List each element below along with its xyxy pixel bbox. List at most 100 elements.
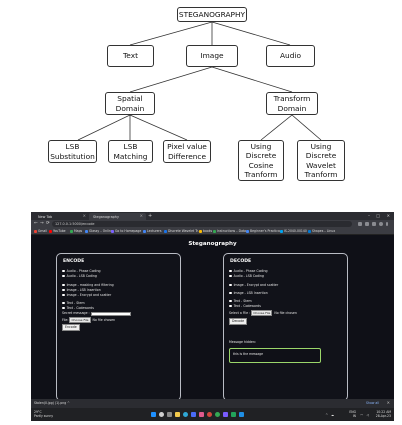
radio-icon[interactable] [62, 274, 65, 278]
show-all-link[interactable]: Show all [366, 401, 379, 406]
bookmark-lecturers[interactable]: Lecturers [143, 228, 161, 234]
bookmark-instructions[interactable]: Instructions – Data… [213, 228, 249, 234]
encode-title: ENCODE [63, 259, 85, 264]
chevron-up-icon[interactable]: ^ [67, 401, 70, 405]
node-spatial-domain: Spatial Domain [105, 92, 155, 115]
radio-icon[interactable] [229, 274, 232, 278]
choose-file-button[interactable]: Choose File [69, 317, 91, 323]
language-indicator[interactable]: ENG IN [349, 410, 356, 418]
bookmark-beginners[interactable]: Beginner’s Practica… [246, 228, 283, 234]
decode-option[interactable]: Image - Encrypt and scatter [229, 283, 278, 287]
bookmark-gmail[interactable]: Gmail [34, 228, 47, 234]
close-icon[interactable]: × [140, 213, 143, 218]
encode-option[interactable]: Text - Codewords [62, 306, 94, 310]
encode-option[interactable]: Text - Stem [62, 301, 85, 305]
encode-option[interactable]: Audio - Phase Coding [62, 269, 101, 273]
mail-icon[interactable] [199, 412, 204, 417]
menu-icon[interactable] [386, 222, 388, 226]
search-icon[interactable] [159, 412, 164, 417]
encode-option[interactable]: Image - LSB Insertion [62, 288, 101, 292]
radio-icon[interactable] [62, 288, 65, 292]
radio-icon[interactable] [62, 306, 65, 310]
node-lsb-matching: LSB Matching [108, 140, 153, 163]
node-lsb-substitution: LSB Substitution [48, 140, 97, 163]
url-input[interactable]: 127.0.0.1:5000/encode [52, 221, 352, 227]
decode-button[interactable]: Decode [229, 318, 248, 325]
back-icon[interactable]: ← [34, 221, 38, 227]
browser-screenshot: New Tab × Steganography × + – □ ✕ ← → ⟳ … [31, 212, 394, 421]
profile-icon[interactable] [379, 222, 383, 226]
close-downloads-icon[interactable]: ✕ [387, 400, 390, 406]
encode-button[interactable]: Encode [62, 324, 80, 331]
radio-icon[interactable] [62, 269, 65, 273]
steganography-diagram: STEGANOGRAPHY Text Image Audio Spatial D… [0, 0, 402, 190]
radio-icon[interactable] [229, 283, 232, 287]
clock[interactable]: 10:22 AM 28-Apr-23 [376, 410, 391, 418]
forward-icon[interactable]: → [40, 221, 44, 227]
share-icon[interactable] [358, 222, 362, 226]
speaker-icon[interactable]: ◁ [367, 413, 369, 417]
bookmark-shapes[interactable]: Shapes – Linux [308, 228, 335, 234]
chrome-icon[interactable] [215, 412, 220, 417]
bookmark-youtube[interactable]: YouTube [49, 228, 66, 234]
bookmark-wavelet[interactable]: Discrete Wavelet Tr… [164, 228, 201, 234]
edge-icon[interactable] [183, 412, 188, 417]
bookmark-maps[interactable]: Maps [70, 228, 82, 234]
windows-start-icon[interactable] [151, 412, 156, 417]
weather-widget[interactable]: 29°C Partly sunny [34, 410, 53, 418]
wifi-icon[interactable]: ◠ [360, 413, 363, 417]
node-dct: Using Discrete Cosine Tranform [238, 140, 284, 181]
radio-icon[interactable] [62, 301, 65, 305]
secret-message-input[interactable] [91, 311, 131, 316]
tab-label: New Tab [38, 214, 53, 219]
task-view-icon[interactable] [167, 412, 172, 417]
wavelet-icon [164, 229, 167, 233]
new-tab-button[interactable]: + [148, 213, 152, 219]
radio-icon[interactable] [62, 283, 65, 287]
youtube-icon [49, 229, 52, 233]
decode-option[interactable]: Text - Stem [229, 299, 252, 303]
encode-option[interactable]: Audio - LSB Coding [62, 274, 97, 278]
homepage-icon [111, 229, 114, 233]
bookmark-star-icon[interactable] [365, 222, 369, 226]
file-explorer-icon[interactable] [175, 412, 180, 417]
bookmark-homepage[interactable]: Go to Homepage [111, 228, 141, 234]
bookmark-books[interactable]: books [199, 228, 212, 234]
bookmark-glassy[interactable]: Glassy – Online [85, 228, 113, 234]
window-close-icon[interactable]: ✕ [387, 213, 390, 219]
radio-icon[interactable] [62, 293, 65, 297]
encode-option[interactable]: Image - Encrypt and scatter [62, 293, 111, 297]
radio-icon[interactable] [229, 269, 232, 273]
reload-icon[interactable]: ⟳ [46, 221, 50, 227]
radio-icon[interactable] [229, 299, 232, 303]
minimize-icon[interactable]: – [368, 213, 370, 219]
node-pixel-value-difference: Pixel value Difference [163, 140, 211, 163]
close-icon[interactable]: × [83, 213, 86, 218]
download-item[interactable]: Stolen(0.jpg) (1).png ^ [34, 401, 70, 406]
app-icon[interactable] [207, 412, 212, 417]
decode-option[interactable]: Text - Codewords [229, 304, 261, 308]
vscode-icon[interactable] [239, 412, 244, 417]
extensions-icon[interactable] [372, 222, 376, 226]
onedrive-icon[interactable]: ☁ [331, 413, 334, 417]
node-transform-domain: Transform Domain [266, 92, 318, 115]
encode-option[interactable]: Image - masking and filtering [62, 283, 114, 287]
hidden-message-box[interactable]: this is the message [229, 348, 321, 363]
decode-option[interactable]: Image - LSB Insertion [229, 291, 268, 295]
decode-option[interactable]: Audio - LSB Coding [229, 274, 264, 278]
app-icon[interactable] [223, 412, 228, 417]
store-icon[interactable] [191, 412, 196, 417]
tab-label: Steganography [93, 214, 119, 219]
radio-icon[interactable] [229, 291, 232, 295]
tab-new-tab[interactable]: New Tab × [34, 213, 89, 220]
tab-steganography[interactable]: Steganography × [89, 213, 146, 220]
radio-icon[interactable] [229, 304, 232, 308]
chevron-up-icon[interactable]: ^ [325, 413, 328, 417]
choose-file-button[interactable]: Choose File [251, 310, 273, 316]
bookmark-is-2040[interactable]: IS-2040-00140 [280, 228, 307, 234]
app-icon[interactable] [231, 412, 236, 417]
books-icon [199, 229, 202, 233]
maximize-icon[interactable]: □ [376, 213, 380, 219]
page-title: Steganography [188, 241, 237, 247]
decode-option[interactable]: Audio - Phase Coding [229, 269, 268, 273]
